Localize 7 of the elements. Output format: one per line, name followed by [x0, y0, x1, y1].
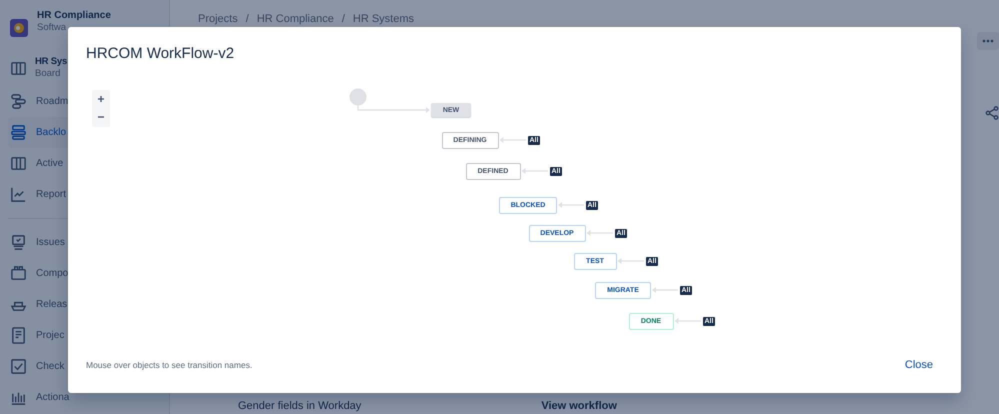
breadcrumb-separator: / — [246, 13, 249, 25]
project-type: Softwa — [37, 22, 68, 34]
project-name: HR Compliance — [37, 10, 111, 22]
dialog-title: HRCOM WorkFlow-v2 — [86, 45, 234, 62]
board-type: Board — [35, 68, 62, 80]
breadcrumb-separator: / — [342, 13, 345, 25]
hint-text: Mouse over objects to see transition names. — [86, 360, 252, 370]
